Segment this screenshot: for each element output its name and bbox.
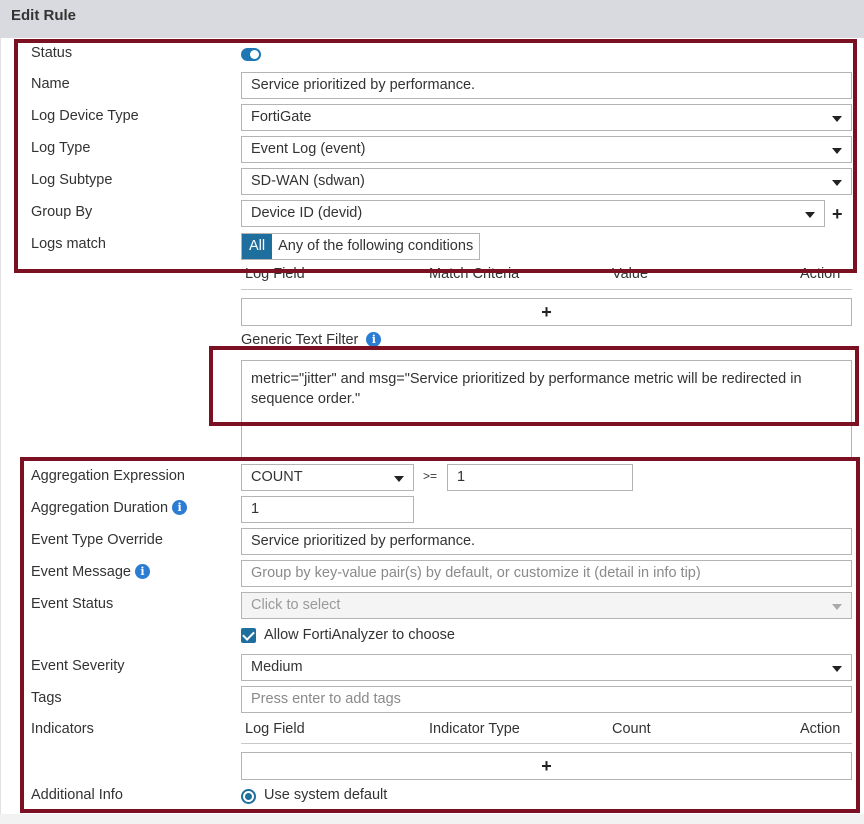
logs-match-label: Logs match (31, 236, 106, 252)
tags-input[interactable]: Press enter to add tags (241, 686, 852, 713)
event-status-select[interactable]: Click to select (241, 592, 852, 619)
filter-col-value: Value (612, 266, 649, 282)
logs-match-any-button[interactable]: Any of the following conditions (272, 234, 480, 259)
aggregation-threshold-input[interactable]: 1 (447, 464, 633, 491)
indicator-col-indicator-type: Indicator Type (429, 721, 520, 737)
filter-col-action: Action (800, 266, 841, 282)
log-type-label: Log Type (31, 140, 91, 156)
logs-match-all-button[interactable]: All (242, 234, 273, 259)
logs-match-toggle: All Any of the following conditions (241, 233, 481, 260)
aggregation-operator: >= (423, 469, 438, 483)
name-label: Name (31, 76, 70, 92)
log-device-type-label: Log Device Type (31, 108, 139, 124)
aggregation-function-select[interactable]: COUNT (241, 464, 414, 491)
group-by-value: Device ID (devid) (251, 205, 363, 221)
bottom-edge (0, 814, 864, 824)
event-message-label-text: Event Message (31, 564, 131, 580)
event-type-override-input[interactable]: Service prioritized by performance. (241, 528, 852, 555)
generic-text-filter-label: Generic Text Filter i (241, 332, 382, 348)
event-status-placeholder: Click to select (251, 597, 341, 613)
allow-choose-label: Allow FortiAnalyzer to choose (264, 627, 455, 643)
use-system-default-radio[interactable] (241, 789, 256, 804)
log-type-select[interactable]: Event Log (event) (241, 136, 852, 163)
add-filter-row-button[interactable]: + (241, 298, 852, 326)
log-device-type-select[interactable]: FortiGate (241, 104, 852, 131)
generic-text-filter-textarea[interactable]: metric="jitter" and msg="Service priorit… (241, 360, 852, 458)
dialog-header: Edit Rule (0, 0, 864, 38)
aggregation-function-value: COUNT (251, 469, 303, 485)
tags-label: Tags (31, 690, 62, 706)
plus-icon: + (541, 302, 552, 322)
chevron-down-icon (394, 476, 404, 482)
status-label: Status (31, 45, 73, 61)
info-icon[interactable]: i (172, 500, 188, 515)
event-severity-select[interactable]: Medium (241, 654, 852, 681)
aggregation-duration-input[interactable]: 1 (241, 496, 414, 523)
event-severity-value: Medium (251, 659, 303, 675)
filter-col-log-field: Log Field (245, 266, 305, 282)
event-status-label: Event Status (31, 596, 114, 612)
info-icon[interactable]: i (134, 564, 150, 579)
plus-icon: + (541, 756, 552, 776)
name-input[interactable]: Service prioritized by performance. (241, 72, 852, 99)
indicator-header-divider (241, 743, 852, 744)
use-system-default-label: Use system default (264, 787, 388, 803)
chevron-down-icon (805, 212, 815, 218)
indicators-label: Indicators (31, 721, 94, 737)
aggregation-expression-label: Aggregation Expression (31, 468, 185, 484)
dialog-title: Edit Rule (11, 7, 77, 24)
additional-info-label: Additional Info (31, 787, 123, 803)
event-type-override-label: Event Type Override (31, 532, 163, 548)
chevron-down-icon (832, 666, 842, 672)
filter-col-match-criteria: Match Criteria (429, 266, 520, 282)
event-severity-label: Event Severity (31, 658, 125, 674)
generic-text-filter-label-text: Generic Text Filter (241, 332, 359, 348)
log-subtype-value: SD-WAN (sdwan) (251, 173, 365, 189)
log-device-type-value: FortiGate (251, 109, 312, 125)
add-group-by-plus-icon[interactable]: + (832, 205, 843, 223)
aggregation-duration-label-text: Aggregation Duration (31, 500, 169, 516)
filter-header-divider (241, 289, 852, 290)
chevron-down-icon (832, 148, 842, 154)
left-border (0, 38, 1, 824)
event-message-label: Event Message i (31, 564, 150, 580)
log-type-value: Event Log (event) (251, 141, 366, 157)
chevron-down-icon (832, 604, 842, 610)
indicator-col-log-field: Log Field (245, 721, 305, 737)
group-by-select[interactable]: Device ID (devid) (241, 200, 825, 227)
chevron-down-icon (832, 116, 842, 122)
info-icon[interactable]: i (366, 332, 382, 347)
chevron-down-icon (832, 180, 842, 186)
allow-choose-checkbox[interactable] (241, 628, 256, 643)
status-toggle[interactable] (241, 48, 261, 61)
indicator-col-count: Count (612, 721, 651, 737)
log-subtype-select[interactable]: SD-WAN (sdwan) (241, 168, 852, 195)
group-by-label: Group By (31, 204, 93, 220)
add-indicator-row-button[interactable]: + (241, 752, 852, 780)
indicator-col-action: Action (800, 721, 841, 737)
event-message-input[interactable]: Group by key-value pair(s) by default, o… (241, 560, 852, 587)
log-subtype-label: Log Subtype (31, 172, 113, 188)
aggregation-duration-label: Aggregation Duration i (31, 500, 188, 516)
